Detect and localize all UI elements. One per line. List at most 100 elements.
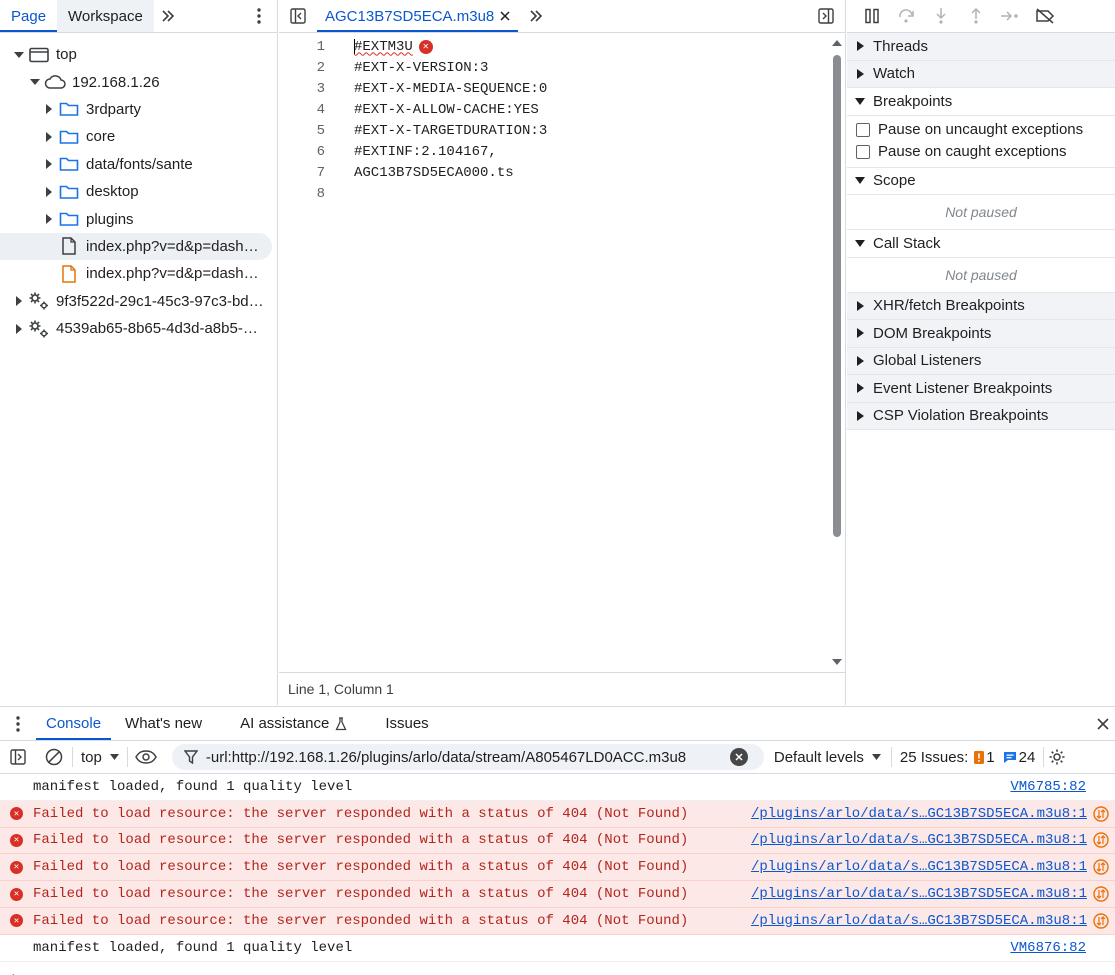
tab-console[interactable]: Console <box>36 707 112 740</box>
toggle-debugger-icon[interactable] <box>807 0 845 32</box>
message-source-link[interactable]: VM6876:82 <box>1010 940 1086 956</box>
checkbox[interactable] <box>856 144 870 159</box>
scrollbar-thumb[interactable] <box>833 55 841 537</box>
line-error-icon[interactable]: ✕ <box>418 39 433 54</box>
tab-whats-new[interactable]: What's new <box>115 707 212 740</box>
line-number[interactable]: 7 <box>279 165 325 181</box>
deactivate-breakpoints-icon[interactable] <box>1028 0 1063 33</box>
close-drawer-icon[interactable] <box>1091 707 1115 740</box>
section-threads[interactable]: Threads <box>847 33 1115 61</box>
code-area[interactable]: 1 #EXTM3U ✕ 2 #EXT-X-VERSION:3 3 #EXT-X-MEDIA-… <box>279 36 829 205</box>
line-number[interactable]: 1 <box>279 39 325 55</box>
file-tab[interactable]: AGC13B7SD5ECA.m3u8 <box>317 0 519 32</box>
tab-workspace[interactable]: Workspace <box>57 0 154 32</box>
section-call-stack[interactable]: Call Stack <box>847 230 1115 258</box>
section-breakpoints[interactable]: Breakpoints <box>847 88 1115 116</box>
tree-item[interactable]: index.php?v=d&p=dash… <box>0 260 277 287</box>
section-csp-violation-breakpoints[interactable]: CSP Violation Breakpoints <box>847 402 1115 430</box>
collapsed-caret-icon[interactable] <box>12 294 26 308</box>
expanded-caret-icon[interactable] <box>12 48 26 62</box>
tab-ai-assistance[interactable]: AI assistance <box>230 707 357 740</box>
tree-item[interactable]: data/fonts/sante <box>0 151 277 178</box>
section-watch[interactable]: Watch <box>847 60 1115 88</box>
section-label: Watch <box>873 65 915 83</box>
section-global-listeners[interactable]: Global Listeners <box>847 347 1115 375</box>
message-source-link[interactable]: /plugins/arlo/data/s…GC13B7SD5ECA.m3u8:1 <box>751 913 1087 929</box>
tree-item[interactable]: 4539ab65-8b65-4d3d-a8b5-… <box>0 315 277 342</box>
section-scope[interactable]: Scope <box>847 167 1115 195</box>
message-source-link[interactable]: VM6785:82 <box>1010 779 1086 795</box>
collapsed-caret-icon[interactable] <box>42 212 56 226</box>
tree-item[interactable]: desktop <box>0 178 277 205</box>
line-number[interactable]: 2 <box>279 60 325 76</box>
live-expression-eye-icon[interactable] <box>128 741 164 774</box>
frame-icon <box>26 47 52 63</box>
issues-warning-badge: 1 <box>974 749 995 766</box>
tree-item[interactable]: 3rdparty <box>0 96 277 123</box>
network-request-icon[interactable] <box>1093 913 1115 929</box>
line-number[interactable]: 8 <box>279 186 325 202</box>
network-request-icon[interactable] <box>1093 886 1115 902</box>
section-xhr-fetch-breakpoints[interactable]: XHR/fetch Breakpoints <box>847 292 1115 320</box>
tree-item[interactable]: 192.168.1.26 <box>0 68 277 95</box>
close-tab-icon[interactable] <box>500 11 510 21</box>
pause-icon[interactable] <box>855 0 890 33</box>
step-out-icon[interactable] <box>959 0 994 33</box>
line-number[interactable]: 3 <box>279 81 325 97</box>
message-source-link[interactable]: /plugins/arlo/data/s…GC13B7SD5ECA.m3u8:1 <box>751 806 1087 822</box>
tree-item[interactable]: index.php?v=d&p=dash… <box>0 232 272 261</box>
step-icon[interactable] <box>993 0 1028 33</box>
line-number[interactable]: 6 <box>279 144 325 160</box>
network-request-icon[interactable] <box>1093 805 1115 822</box>
console-sidebar-toggle-icon[interactable] <box>0 741 36 774</box>
tab-page[interactable]: Page <box>0 0 58 32</box>
context-selector[interactable]: top <box>73 749 127 766</box>
message-source-link[interactable]: /plugins/arlo/data/s…GC13B7SD5ECA.m3u8:1 <box>751 859 1087 875</box>
line-number[interactable]: 5 <box>279 123 325 139</box>
issues-counter[interactable]: 25 Issues: 1 24 <box>892 749 1043 766</box>
collapsed-caret-icon[interactable] <box>42 185 56 199</box>
code-line: 3 #EXT-X-MEDIA-SEQUENCE:0 <box>279 78 829 99</box>
clear-console-icon[interactable] <box>36 741 72 774</box>
toggle-navigator-icon[interactable] <box>279 0 317 32</box>
checkbox[interactable] <box>856 122 870 137</box>
line-number[interactable]: 4 <box>279 102 325 118</box>
editor-tabs: AGC13B7SD5ECA.m3u8 <box>279 0 845 33</box>
collapsed-arrow-icon <box>847 68 873 79</box>
navigator-menu-kebab-icon[interactable] <box>241 0 277 32</box>
section-dom-breakpoints[interactable]: DOM Breakpoints <box>847 320 1115 348</box>
log-levels-dropdown[interactable]: Default levels <box>764 749 891 766</box>
filter-text: -url:http://192.168.1.26/plugins/arlo/da… <box>205 748 687 766</box>
tree-item[interactable]: top <box>0 41 277 68</box>
network-request-icon[interactable] <box>1093 832 1115 849</box>
section-event-listener-breakpoints[interactable]: Event Listener Breakpoints <box>847 375 1115 403</box>
collapsed-caret-icon[interactable] <box>42 102 56 116</box>
drawer-menu-kebab-icon[interactable] <box>0 707 36 740</box>
more-tabs-chevron-icon[interactable] <box>154 0 182 32</box>
sources-navigator: Page Workspace top 192.168.1.26 3rdparty co… <box>0 0 278 705</box>
step-over-icon[interactable] <box>890 0 925 33</box>
pause-caught-checkbox[interactable]: Pause on caught exceptions <box>847 141 1115 163</box>
tab-issues[interactable]: Issues <box>375 707 438 740</box>
console-settings-gear-icon[interactable] <box>1044 741 1070 774</box>
line-content: #EXTM3U ✕ <box>354 39 433 55</box>
pause-uncaught-checkbox[interactable]: Pause on uncaught exceptions <box>847 119 1115 141</box>
tree-item[interactable]: 9f3f522d-29c1-45c3-97c3-bd… <box>0 288 277 315</box>
message-source-link[interactable]: /plugins/arlo/data/s…GC13B7SD5ECA.m3u8:1 <box>751 886 1087 902</box>
console-prompt-icon[interactable]: › <box>12 969 16 975</box>
more-editor-tabs-chevron-icon[interactable] <box>522 0 550 32</box>
line-content: #EXT-X-VERSION:3 <box>354 60 488 76</box>
message-source-link[interactable]: /plugins/arlo/data/s…GC13B7SD5ECA.m3u8:1 <box>751 832 1087 848</box>
expanded-caret-icon[interactable] <box>28 75 42 89</box>
tree-item[interactable]: plugins <box>0 205 277 232</box>
tree-item[interactable]: core <box>0 123 277 150</box>
editor-scrollbar[interactable] <box>831 38 843 668</box>
network-request-icon[interactable] <box>1093 859 1115 875</box>
clear-filter-icon[interactable] <box>729 748 748 766</box>
collapsed-caret-icon[interactable] <box>42 157 56 171</box>
collapsed-caret-icon[interactable] <box>42 130 56 144</box>
collapsed-arrow-icon <box>847 41 873 52</box>
console-filter-input[interactable]: -url:http://192.168.1.26/plugins/arlo/da… <box>171 744 764 770</box>
step-into-icon[interactable] <box>924 0 959 33</box>
collapsed-caret-icon[interactable] <box>12 322 26 336</box>
